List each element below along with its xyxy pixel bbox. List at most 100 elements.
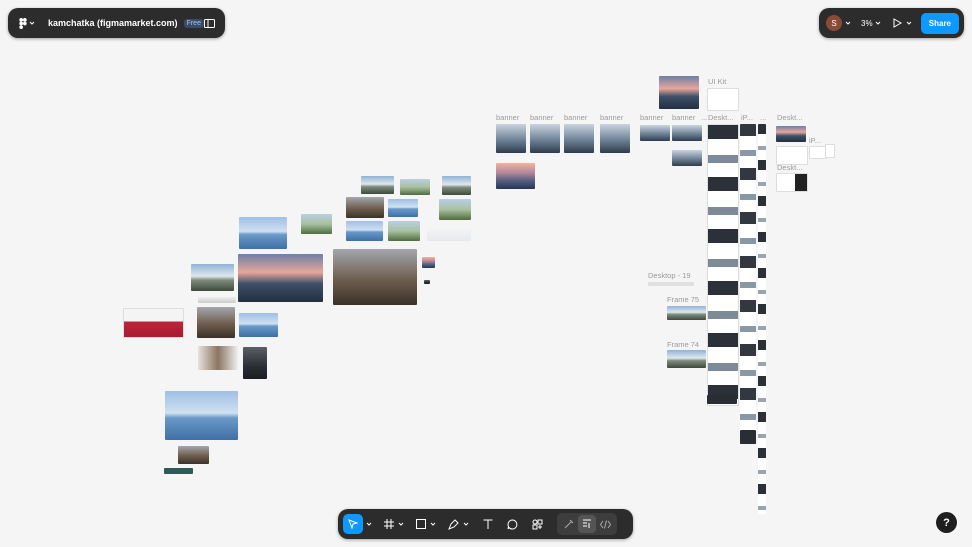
canvas-frame[interactable]: [600, 124, 630, 153]
canvas-thumbnail[interactable]: [422, 257, 435, 268]
frame-label: UI Kit: [708, 77, 727, 86]
canvas-frame[interactable]: [740, 124, 756, 444]
canvas-thumbnail[interactable]: [439, 199, 471, 220]
canvas-thumbnail[interactable]: [243, 347, 267, 379]
frame-label: Frame 74: [667, 340, 700, 349]
figma-menu-button[interactable]: [18, 17, 36, 29]
tool-frame[interactable]: [384, 519, 404, 529]
canvas-thumbnail[interactable]: [165, 391, 238, 440]
figma-logo-icon: [19, 17, 27, 29]
chevron-down-icon: [29, 21, 35, 25]
canvas-thumbnail[interactable]: [424, 280, 430, 284]
canvas-frame[interactable]: [776, 173, 808, 192]
tool-actions[interactable]: [532, 519, 543, 530]
bottom-toolbar: [338, 509, 633, 539]
text-icon: [483, 519, 493, 529]
chevron-down-icon: [906, 21, 911, 25]
canvas-frame[interactable]: [530, 124, 560, 153]
canvas-thumbnail[interactable]: [238, 254, 323, 302]
frame-label: banner: [600, 113, 624, 122]
help-button[interactable]: ?: [936, 512, 957, 533]
frame-label: ...: [701, 113, 708, 122]
share-panel: S 3% Share: [819, 8, 964, 38]
file-panel: kamchatka (figmamarket.com) Free: [8, 8, 225, 38]
canvas-thumbnail[interactable]: [197, 307, 235, 338]
canvas-thumbnail[interactable]: [346, 197, 384, 218]
chevron-down-icon: [845, 21, 851, 25]
canvas-frame[interactable]: [707, 124, 739, 406]
canvas-frame[interactable]: [496, 124, 526, 153]
frame-label: Deskt...: [777, 113, 803, 122]
canvas-thumbnail[interactable]: [400, 179, 430, 195]
canvas-thumbnail[interactable]: [346, 221, 383, 241]
plan-badge: Free: [183, 18, 204, 28]
chevron-down-icon: [463, 522, 469, 526]
canvas-frame[interactable]: [707, 88, 739, 111]
mode-dev[interactable]: [596, 515, 614, 533]
tool-text[interactable]: [483, 519, 493, 529]
tool-pen[interactable]: [448, 518, 469, 530]
canvas-frame[interactable]: [707, 395, 737, 404]
frame-label: banner: [640, 113, 664, 122]
canvas-thumbnail[interactable]: [776, 126, 806, 142]
canvas-frame[interactable]: [825, 144, 835, 158]
frame-label: ...: [760, 113, 767, 122]
rectangle-icon: [416, 519, 426, 529]
canvas-thumbnail[interactable]: [442, 176, 471, 195]
file-title[interactable]: kamchatka (figmamarket.com): [48, 18, 178, 28]
mode-draw[interactable]: [560, 515, 578, 533]
canvas-frame[interactable]: [640, 125, 670, 141]
canvas-frame[interactable]: [667, 350, 706, 368]
frame-label: iP...: [809, 136, 821, 145]
frame-label: Desktop - 19: [648, 271, 691, 280]
frame-icon: [384, 519, 394, 529]
cursor-icon: [348, 519, 358, 529]
sidebar-toggle-icon[interactable]: [204, 18, 215, 28]
frame-label: banner: [672, 113, 696, 122]
canvas-thumbnail[interactable]: [659, 76, 699, 109]
share-button[interactable]: Share: [920, 12, 959, 34]
tool-rectangle[interactable]: [416, 519, 436, 529]
frame-label: banner: [530, 113, 554, 122]
tool-comment[interactable]: [507, 518, 518, 530]
canvas-thumbnail[interactable]: [198, 297, 236, 303]
play-icon: [893, 18, 902, 28]
canvas-frame[interactable]: [672, 150, 702, 166]
design-canvas[interactable]: UI Kit banner banner banner banner banne…: [0, 0, 972, 547]
canvas-frame[interactable]: [667, 306, 706, 320]
design-icon: [583, 519, 591, 528]
chevron-down-icon: [366, 522, 372, 526]
zoom-level[interactable]: 3%: [861, 19, 873, 28]
draw-icon: [564, 519, 574, 529]
mode-switcher: [557, 513, 617, 535]
frame-label: Deskt...: [708, 113, 734, 122]
chevron-down-icon: [875, 21, 880, 25]
present-button[interactable]: [893, 18, 912, 28]
canvas-thumbnail[interactable]: [361, 176, 394, 194]
canvas-thumbnail[interactable]: [191, 264, 234, 291]
canvas-frame[interactable]: [564, 124, 594, 153]
avatar[interactable]: S: [826, 15, 842, 31]
canvas-frame[interactable]: [648, 282, 694, 286]
frame-label: Deskt...: [777, 163, 803, 172]
canvas-thumbnail[interactable]: [178, 446, 209, 464]
canvas-thumbnail[interactable]: [388, 199, 418, 217]
canvas-thumbnail[interactable]: [123, 308, 184, 338]
tool-move[interactable]: [343, 514, 363, 534]
canvas-frame[interactable]: [672, 125, 702, 141]
actions-icon: [532, 519, 543, 529]
canvas-thumbnail[interactable]: [301, 214, 332, 234]
pen-icon: [448, 518, 459, 530]
canvas-thumbnail[interactable]: [239, 217, 287, 249]
canvas-thumbnail[interactable]: [427, 227, 471, 241]
frame-label: Frame 75: [667, 295, 700, 304]
canvas-thumbnail[interactable]: [239, 313, 278, 337]
mode-design[interactable]: [578, 515, 596, 533]
canvas-thumbnail[interactable]: [333, 249, 417, 305]
canvas-frame[interactable]: [758, 124, 766, 514]
canvas-thumbnail[interactable]: [164, 468, 193, 474]
canvas-thumbnail[interactable]: [496, 163, 535, 189]
canvas-frame[interactable]: [740, 430, 756, 444]
canvas-thumbnail[interactable]: [388, 221, 420, 241]
canvas-thumbnail[interactable]: [198, 346, 238, 370]
